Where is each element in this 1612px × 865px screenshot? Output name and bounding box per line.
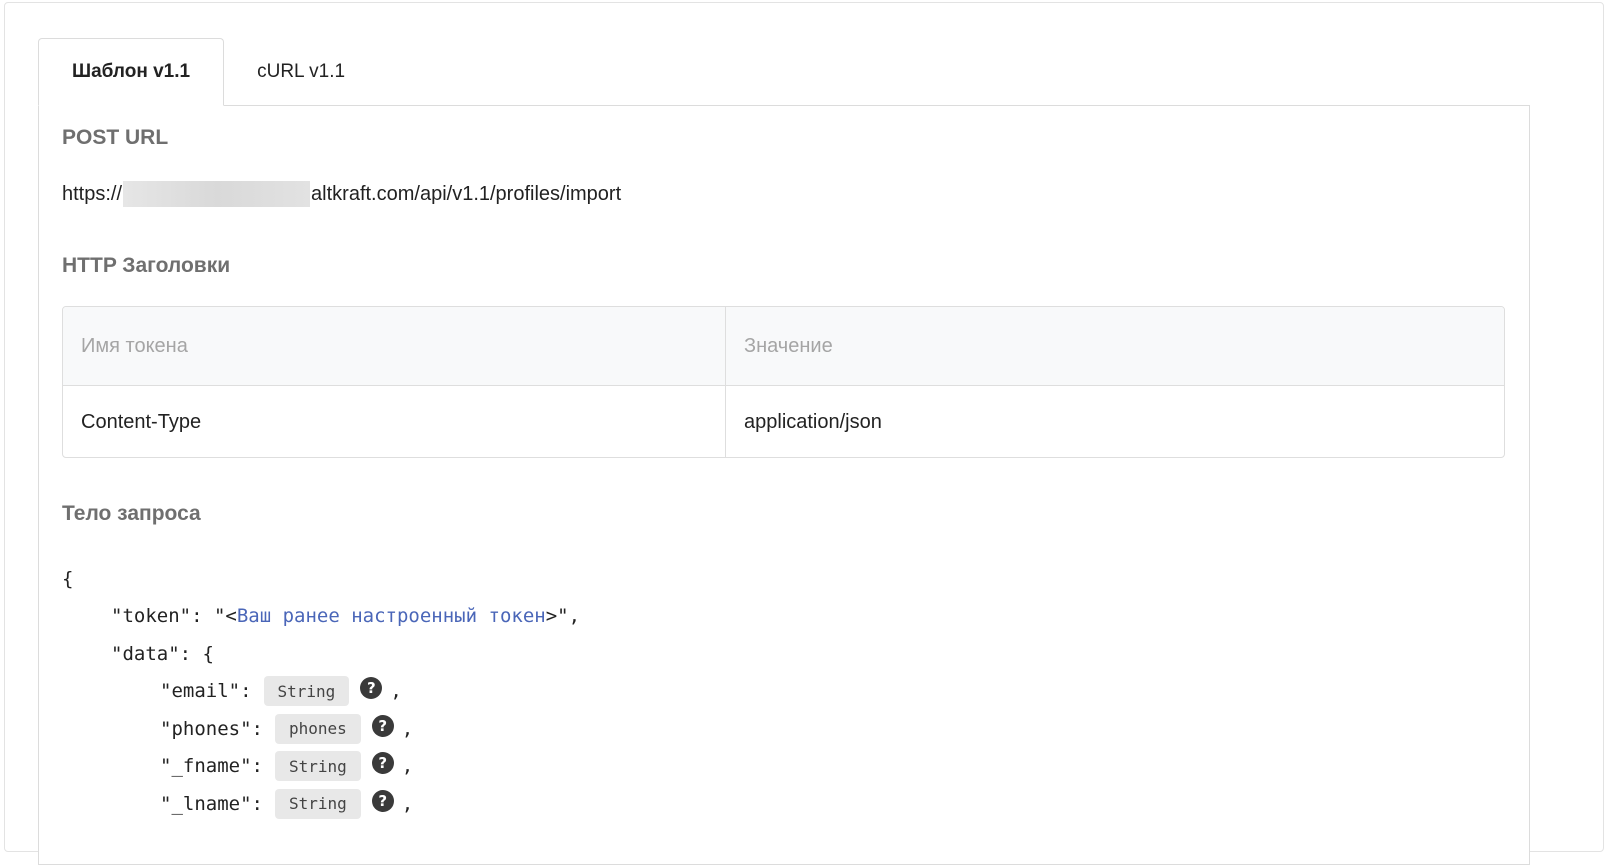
code-line-field: "_lname": String ? ,	[62, 785, 580, 823]
help-icon[interactable]: ?	[371, 789, 394, 812]
data-key: "data": {	[111, 642, 214, 665]
type-badge: phones	[274, 713, 361, 744]
request-body-title: Тело запроса	[62, 502, 201, 525]
comma: ,	[401, 717, 414, 740]
field-key-email: "email":	[160, 680, 252, 703]
type-badge: String	[263, 676, 350, 707]
code-line-field: "email": String ? ,	[62, 673, 580, 711]
tab-curl[interactable]: cURL v1.1	[224, 38, 378, 105]
token-placeholder: Ваш ранее настроенный токен	[236, 605, 546, 628]
field-key-fname: "_fname":	[160, 755, 263, 778]
token-end: >",	[545, 605, 581, 628]
http-headers-title: HTTP Заголовки	[62, 254, 231, 277]
type-badge: String	[274, 751, 361, 782]
column-header-token-name: Имя токена	[63, 307, 726, 385]
tab-template[interactable]: Шаблон v1.1	[38, 38, 225, 106]
code-line-field: "phones": phones ? ,	[62, 710, 580, 748]
field-key-lname: "_lname":	[160, 792, 263, 815]
post-url-prefix: https://	[62, 182, 123, 205]
code-line-token: "token": "< Ваш ранее настроенный токен >"…	[62, 598, 580, 636]
open-brace: {	[62, 567, 74, 590]
comma: ,	[390, 680, 402, 703]
help-icon[interactable]: ?	[371, 752, 394, 775]
help-icon[interactable]: ?	[371, 714, 394, 737]
request-body-code: { "token": "< Ваш ранее настроенный токен…	[62, 560, 580, 823]
header-value-cell: application/json	[744, 410, 882, 433]
table-row: Content-Type application/json	[63, 386, 1504, 457]
comma: ,	[401, 755, 414, 778]
comma: ,	[401, 792, 414, 815]
header-name-cell: Content-Type	[63, 386, 726, 457]
type-badge: String	[274, 788, 361, 819]
post-url-title: POST URL	[62, 126, 169, 149]
headers-table: Имя токена Значение Content-Type applica…	[62, 306, 1505, 458]
post-url[interactable]: https:// altkraft.com/api/v1.1/profiles/…	[62, 181, 621, 207]
table-header: Имя токена Значение	[63, 307, 1504, 386]
column-header-value: Значение	[744, 334, 833, 357]
post-url-suffix: altkraft.com/api/v1.1/profiles/import	[311, 182, 622, 205]
tab-bar: Шаблон v1.1 cURL v1.1	[38, 38, 378, 106]
code-line-open-brace: {	[62, 560, 580, 598]
field-key-phones: "phones":	[160, 717, 263, 740]
token-key: "token": "<	[111, 605, 237, 628]
redacted-subdomain	[123, 181, 311, 207]
code-line-data: "data": {	[62, 635, 580, 673]
help-icon[interactable]: ?	[360, 677, 383, 700]
code-line-field: "_fname": String ? ,	[62, 748, 580, 786]
